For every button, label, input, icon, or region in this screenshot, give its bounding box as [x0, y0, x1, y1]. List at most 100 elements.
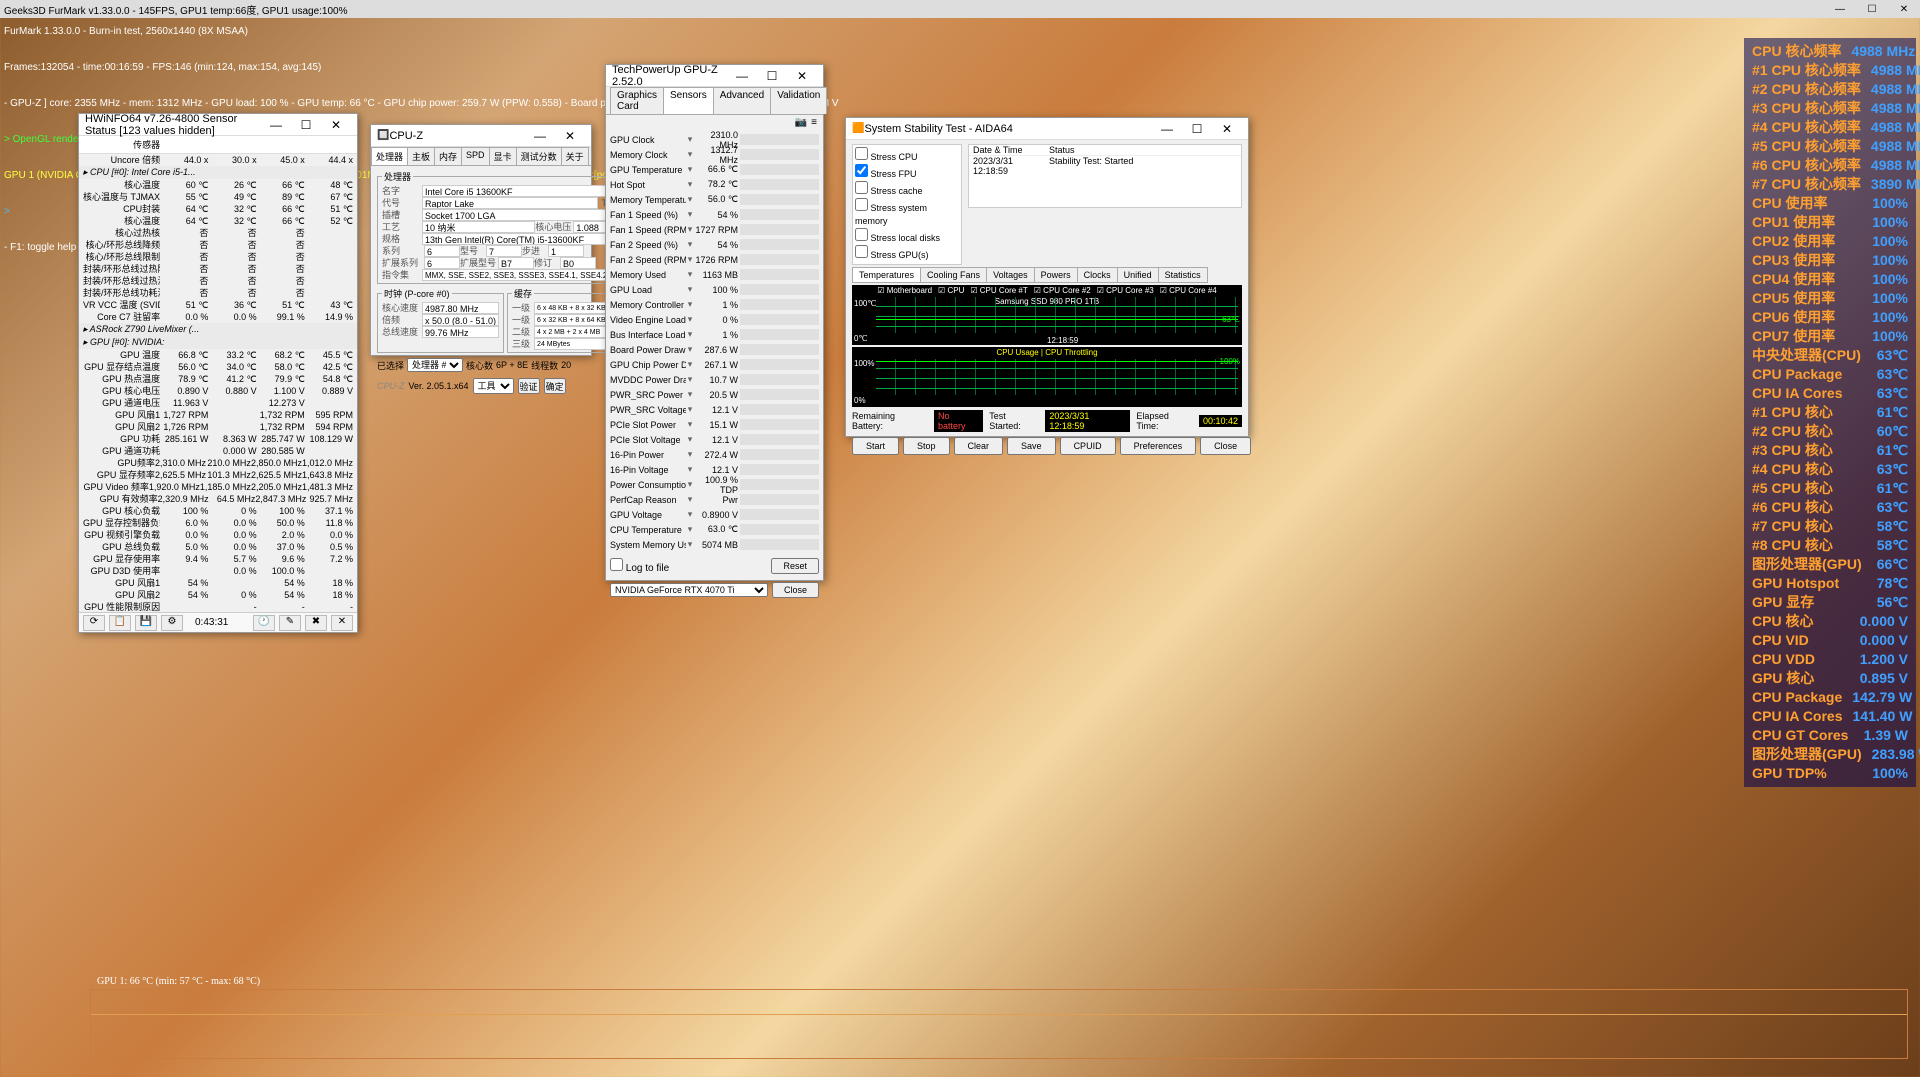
- hwinfo-tool-btn[interactable]: ✎: [279, 615, 301, 631]
- cpuz-proc-select[interactable]: 处理器 #1: [407, 358, 463, 372]
- chevron-down-icon[interactable]: ▾: [686, 314, 694, 325]
- cpuz-tab[interactable]: 主板: [407, 147, 435, 165]
- gpuz-tab[interactable]: Graphics Card: [610, 87, 664, 114]
- chevron-down-icon[interactable]: ▾: [686, 389, 694, 400]
- gpuz-close-button[interactable]: Close: [772, 582, 819, 598]
- minimize-icon[interactable]: —: [1152, 122, 1182, 136]
- chevron-down-icon[interactable]: ▾: [686, 374, 694, 385]
- chevron-down-icon[interactable]: ▾: [686, 179, 694, 190]
- aida-stress-check[interactable]: Stress system memory: [855, 198, 959, 228]
- aida-legend-item[interactable]: CPU: [938, 286, 964, 295]
- chevron-down-icon[interactable]: ▾: [686, 359, 694, 370]
- aida-stress-check[interactable]: Stress CPU: [855, 147, 959, 164]
- chevron-down-icon[interactable]: ▾: [686, 329, 694, 340]
- cpuz-validate-button[interactable]: 验证: [518, 378, 540, 394]
- cpuz-tab[interactable]: SPD: [461, 147, 490, 165]
- aida-stress-check[interactable]: Stress FPU: [855, 164, 959, 181]
- aida-chart-tab[interactable]: Statistics: [1158, 267, 1208, 283]
- minimize-icon[interactable]: —: [261, 118, 291, 132]
- hwinfo-group[interactable]: ▸ CPU [#0]: Intel Core i5-1...: [79, 166, 357, 179]
- chevron-down-icon[interactable]: ▾: [686, 134, 694, 145]
- aida-legend-item[interactable]: CPU Core #T: [970, 286, 1027, 295]
- aida-save-button[interactable]: Save: [1007, 437, 1056, 455]
- aida-titlebar[interactable]: 🟧 System Stability Test - AIDA64 — ☐ ✕: [846, 118, 1248, 140]
- cpuz-tools-dd[interactable]: 工具: [473, 378, 514, 394]
- aida-stress-check[interactable]: Stress local disks: [855, 228, 959, 245]
- chevron-down-icon[interactable]: ▾: [686, 404, 694, 415]
- hwinfo-tool-btn[interactable]: 💾: [135, 615, 157, 631]
- chevron-down-icon[interactable]: ▾: [686, 434, 694, 445]
- cpuz-tab[interactable]: 测试分数: [516, 147, 562, 165]
- gpuz-titlebar[interactable]: TechPowerUp GPU-Z 2.52.0 — ☐ ✕: [606, 65, 823, 87]
- aida-legend-item[interactable]: CPU Core #2: [1034, 286, 1091, 295]
- cpuz-ok-button[interactable]: 确定: [544, 378, 566, 394]
- hwinfo-tool-btn[interactable]: 📋: [109, 615, 131, 631]
- chevron-down-icon[interactable]: ▾: [686, 239, 694, 250]
- chevron-down-icon[interactable]: ▾: [686, 299, 694, 310]
- chevron-down-icon[interactable]: ▾: [686, 479, 694, 490]
- gpuz-tab[interactable]: Validation: [770, 87, 827, 114]
- chevron-down-icon[interactable]: ▾: [686, 449, 694, 460]
- hwinfo-tool-btn[interactable]: ⟳: [83, 615, 105, 631]
- hwinfo-tool-btn[interactable]: 🕐: [253, 615, 275, 631]
- aida-chart-tab[interactable]: Clocks: [1077, 267, 1118, 283]
- aida-start-button[interactable]: Start: [852, 437, 899, 455]
- aida-legend-item[interactable]: Motherboard: [877, 286, 932, 295]
- chevron-down-icon[interactable]: ▾: [686, 524, 694, 535]
- aida-stress-check[interactable]: Stress cache: [855, 181, 959, 198]
- cpuz-tab[interactable]: 关于: [561, 147, 589, 165]
- aida-chart-tab[interactable]: Cooling Fans: [920, 267, 987, 283]
- chevron-down-icon[interactable]: ▾: [686, 254, 694, 265]
- cpuz-tab[interactable]: 显卡: [489, 147, 517, 165]
- chevron-down-icon[interactable]: ▾: [686, 224, 694, 235]
- chevron-down-icon[interactable]: ▾: [686, 269, 694, 280]
- chevron-down-icon[interactable]: ▾: [686, 419, 694, 430]
- maximize-icon[interactable]: ☐: [1182, 122, 1212, 136]
- aida-close-button[interactable]: Close: [1200, 437, 1251, 455]
- chevron-down-icon[interactable]: ▾: [686, 509, 694, 520]
- aida-cpuid-button[interactable]: CPUID: [1060, 437, 1116, 455]
- hwinfo-tool-btn[interactable]: ✖: [305, 615, 327, 631]
- cpuz-tab[interactable]: 处理器: [371, 147, 408, 165]
- gpuz-log-checkbox[interactable]: Log to file: [610, 558, 669, 574]
- hwinfo-tool-btn[interactable]: ⚙: [161, 615, 183, 631]
- cpuz-titlebar[interactable]: 🔲 CPU-Z — ✕: [371, 125, 591, 147]
- hwinfo-titlebar[interactable]: HWiNFO64 v7.26-4800 Sensor Status [123 v…: [79, 114, 357, 136]
- close-icon[interactable]: ✕: [1212, 122, 1242, 136]
- maximize-icon[interactable]: ☐: [291, 118, 321, 132]
- minimize-icon[interactable]: —: [525, 129, 555, 143]
- minimize-icon[interactable]: —: [727, 69, 757, 83]
- maximize-button[interactable]: ☐: [1856, 4, 1888, 15]
- chevron-down-icon[interactable]: ▾: [686, 344, 694, 355]
- minimize-button[interactable]: —: [1824, 4, 1856, 15]
- hwinfo-group[interactable]: ▸ ASRock Z790 LiveMixer (...: [79, 323, 357, 336]
- aida-chart-tab[interactable]: Temperatures: [852, 267, 921, 283]
- aida-chart-tab[interactable]: Voltages: [986, 267, 1035, 283]
- chevron-down-icon[interactable]: ▾: [686, 539, 694, 550]
- hwinfo-group[interactable]: ▸ GPU [#0]: NVIDIA:: [79, 336, 357, 349]
- aida-legend-item[interactable]: CPU Core #3: [1097, 286, 1154, 295]
- chevron-down-icon[interactable]: ▾: [686, 284, 694, 295]
- close-icon[interactable]: ✕: [555, 129, 585, 143]
- gpuz-tab[interactable]: Advanced: [713, 87, 771, 114]
- chevron-down-icon[interactable]: ▾: [686, 494, 694, 505]
- camera-icon[interactable]: 📷: [795, 117, 807, 128]
- close-icon[interactable]: ✕: [787, 69, 817, 83]
- gpuz-tab[interactable]: Sensors: [663, 87, 714, 114]
- hwinfo-tool-btn[interactable]: ✕: [331, 615, 353, 631]
- chevron-down-icon[interactable]: ▾: [686, 209, 694, 220]
- cpuz-tab[interactable]: 内存: [434, 147, 462, 165]
- chevron-down-icon[interactable]: ▾: [686, 464, 694, 475]
- aida-clear-button[interactable]: Clear: [954, 437, 1004, 455]
- close-button[interactable]: ✕: [1888, 4, 1920, 15]
- aida-chart-tab[interactable]: Unified: [1117, 267, 1159, 283]
- chevron-down-icon[interactable]: ▾: [686, 164, 694, 175]
- aida-chart-tab[interactable]: Powers: [1034, 267, 1078, 283]
- maximize-icon[interactable]: ☐: [757, 69, 787, 83]
- gpuz-reset-button[interactable]: Reset: [771, 558, 819, 574]
- menu-icon[interactable]: ≡: [811, 117, 817, 128]
- aida-legend-item[interactable]: CPU Core #4: [1160, 286, 1217, 295]
- aida-preferences-button[interactable]: Preferences: [1120, 437, 1197, 455]
- chevron-down-icon[interactable]: ▾: [686, 149, 694, 160]
- gpuz-device-select[interactable]: NVIDIA GeForce RTX 4070 Ti: [610, 583, 768, 597]
